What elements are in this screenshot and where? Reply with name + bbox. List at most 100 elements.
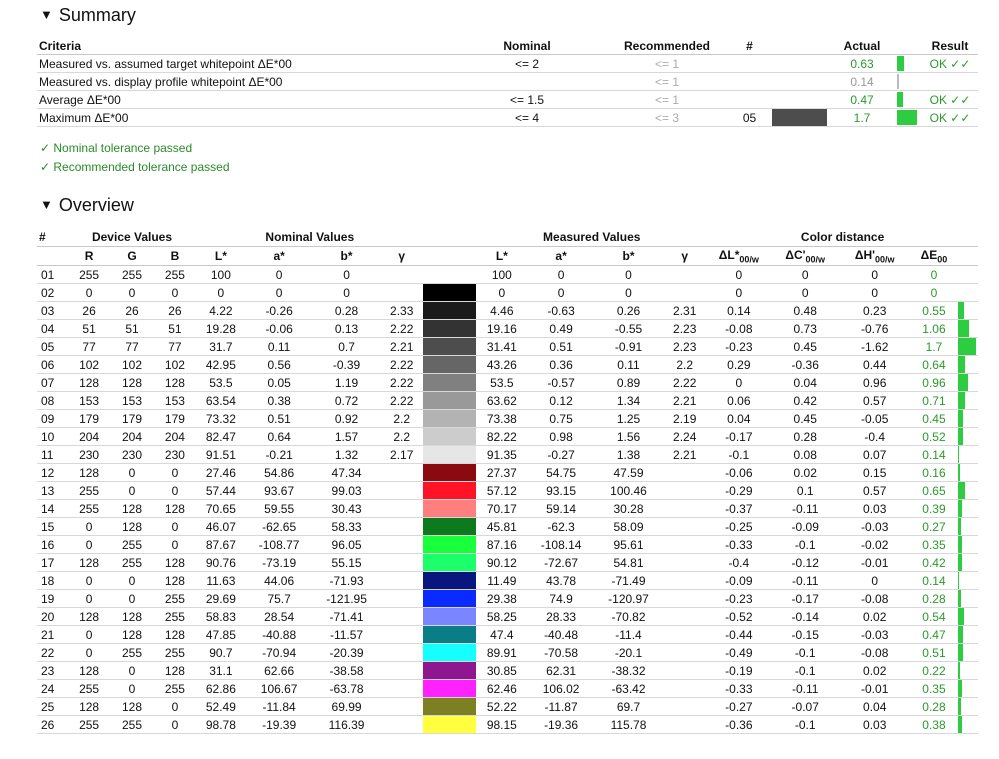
nominal-gamma: 2.22 (380, 373, 424, 392)
overview-header-number: # (37, 228, 68, 247)
delta-h: 0.44 (839, 355, 910, 374)
device-g: 51 (110, 319, 154, 338)
delta-h: -0.76 (839, 319, 910, 338)
device-r: 0 (67, 517, 111, 536)
nominal-l: 57.44 (196, 481, 246, 500)
measured-l: 89.91 (476, 643, 528, 662)
nominal-a: 0.51 (245, 409, 313, 428)
nominal-l: 29.69 (196, 589, 246, 608)
worst-patch-swatch (772, 109, 827, 126)
measured-gamma (662, 283, 708, 302)
device-b: 255 (153, 589, 197, 608)
nominal-a: -0.06 (245, 319, 313, 338)
color-swatch-cell (423, 535, 477, 554)
measured-a: -11.87 (527, 697, 595, 716)
summary-row: Measured vs. display profile whitepoint … (37, 72, 978, 91)
color-swatch-cell (423, 301, 477, 320)
device-b: 153 (153, 391, 197, 410)
nominal-a: 0 (245, 265, 313, 284)
overview-row: 20 128 128 255 58.83 28.54 -71.41 58.25 28.33 -70… (37, 607, 978, 626)
summary-actual: 1.7 (827, 108, 897, 127)
device-g: 77 (110, 337, 154, 356)
measured-b: -0.91 (594, 337, 663, 356)
color-swatch-cell (423, 715, 477, 734)
nominal-b: 0 (312, 265, 381, 284)
measured-l: 4.46 (476, 301, 528, 320)
measured-b: 100.46 (594, 481, 663, 500)
summary-actual: 0.63 (827, 54, 897, 73)
device-g: 102 (110, 355, 154, 374)
nominal-b: 0.72 (312, 391, 381, 410)
patch-number: 22 (37, 643, 68, 662)
overview-header-swatch-spacer (423, 228, 477, 247)
measured-l: 53.5 (476, 373, 528, 392)
measured-l: 0 (476, 283, 528, 302)
color-swatch (423, 680, 477, 697)
summary-section-toggle[interactable]: ▼ Summary (40, 5, 136, 26)
color-swatch (423, 500, 477, 517)
delta-c: 0.48 (770, 301, 840, 320)
measured-gamma (662, 535, 708, 554)
summary-worst-swatch (772, 72, 827, 91)
device-g: 230 (110, 445, 154, 464)
device-b: 128 (153, 553, 197, 572)
delta-e: 0.38 (909, 715, 959, 734)
overview-header-measured-values: Measured Values (476, 228, 708, 247)
nominal-a: 0.05 (245, 373, 313, 392)
nominal-a: -73.19 (245, 553, 313, 572)
delta-e-bar-cell (958, 499, 978, 518)
color-swatch (423, 698, 477, 715)
measured-a: -62.3 (527, 517, 595, 536)
nominal-gamma (380, 265, 424, 284)
summary-result: OK ✓✓ (922, 54, 978, 73)
measured-gamma: 2.19 (662, 409, 708, 428)
nominal-b: 1.32 (312, 445, 381, 464)
delta-h: -0.4 (839, 427, 910, 446)
delta-e-bar-cell (958, 319, 978, 338)
delta-c-subscript: 00/w (805, 254, 826, 265)
device-b: 102 (153, 355, 197, 374)
measured-l: 73.38 (476, 409, 528, 428)
delta-c: 0 (770, 265, 840, 284)
measured-gamma: 2.21 (662, 391, 708, 410)
delta-h: 0 (839, 571, 910, 590)
nominal-a: -0.21 (245, 445, 313, 464)
delta-l: -0.23 (707, 589, 771, 608)
color-swatch (423, 392, 477, 409)
overview-subheader-blank (37, 246, 68, 266)
nominal-gamma (380, 625, 424, 644)
color-swatch-cell (423, 463, 477, 482)
device-b: 0 (153, 463, 197, 482)
device-r: 128 (67, 661, 111, 680)
device-b: 0 (153, 517, 197, 536)
nominal-l: 31.7 (196, 337, 246, 356)
summary-nominal: <= 4 (447, 108, 607, 127)
delta-e: 1.7 (909, 337, 959, 356)
nominal-l: 100 (196, 265, 246, 284)
delta-e-bar (958, 716, 963, 733)
color-swatch-cell (423, 697, 477, 716)
device-r: 128 (67, 553, 111, 572)
nominal-b: 0.7 (312, 337, 381, 356)
color-swatch (423, 284, 477, 301)
nominal-l: 91.51 (196, 445, 246, 464)
summary-header-recommended: Recommended (607, 37, 727, 55)
overview-subheader-bar (958, 246, 978, 266)
patch-number: 04 (37, 319, 68, 338)
delta-c: -0.07 (770, 697, 840, 716)
overview-section-toggle[interactable]: ▼ Overview (40, 195, 134, 216)
delta-e-bar-cell (958, 553, 978, 572)
summary-header-nominal: Nominal (447, 37, 607, 55)
nominal-l: 19.28 (196, 319, 246, 338)
delta-h: 0.04 (839, 697, 910, 716)
delta-e-bar-cell (958, 445, 978, 464)
device-r: 0 (67, 283, 111, 302)
delta-l: -0.37 (707, 499, 771, 518)
patch-number: 08 (37, 391, 68, 410)
measured-a: 0 (527, 265, 595, 284)
summary-patch-number (727, 54, 772, 73)
measured-b: 0.89 (594, 373, 663, 392)
nominal-l: 87.67 (196, 535, 246, 554)
overview-subheader-swatch (423, 246, 477, 266)
overview-subheader-measured-l: L* (476, 246, 528, 266)
